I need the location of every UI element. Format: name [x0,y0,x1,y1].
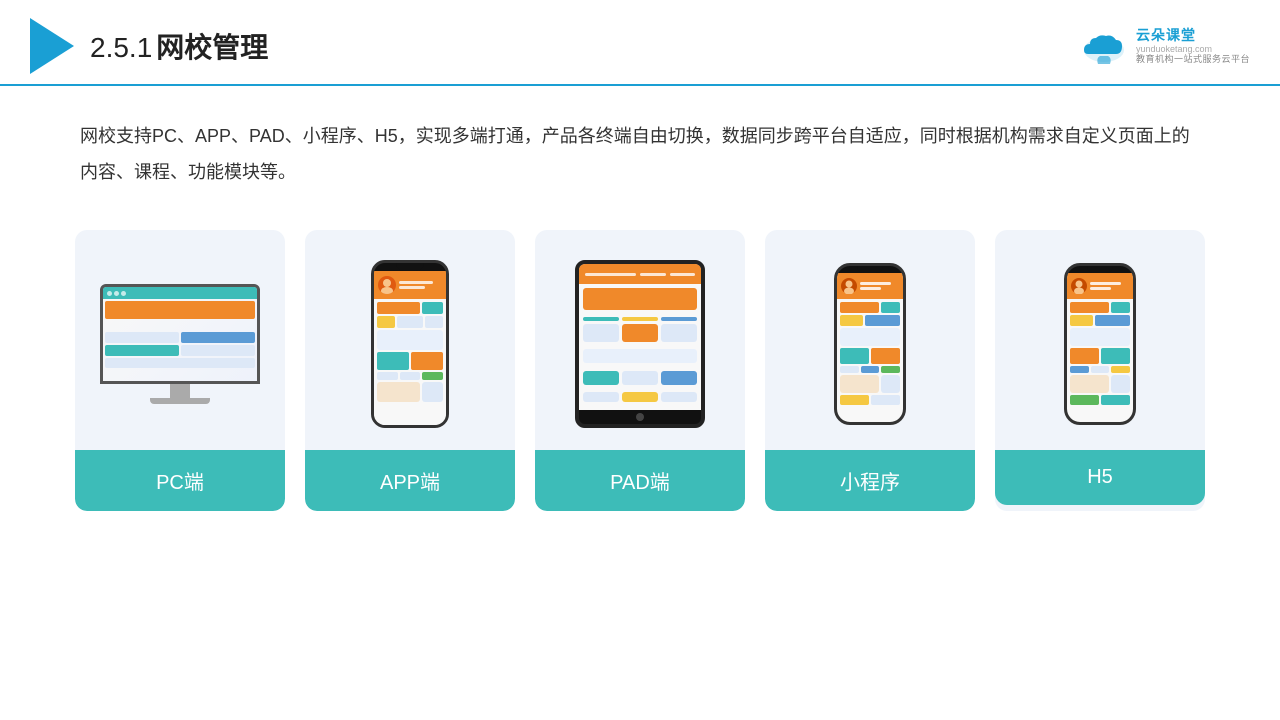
page-title: 2.5.1网校管理 [90,26,268,66]
app-image-area [305,230,515,450]
pad-image-area [535,230,745,450]
logo-text: 云朵课堂 yunduoketang.com 教育机构一站式服务云平台 [1136,27,1250,65]
pad-label: PAD端 [535,450,745,511]
pad-card: PAD端 [535,230,745,511]
app-label: APP端 [305,450,515,511]
cloud-logo-icon [1078,28,1130,64]
h5-image-area [995,230,1205,450]
miniprogram-card: 小程序 [765,230,975,511]
app-card: APP端 [305,230,515,511]
page-header: 2.5.1网校管理 云朵课堂 yunduoketang.com 教育机构一站式服… [0,0,1280,86]
pad-tablet-icon [575,260,705,428]
pc-label: PC端 [75,450,285,511]
header-left: 2.5.1网校管理 [30,18,268,74]
device-cards: PC端 [0,210,1280,541]
play-icon [30,18,74,74]
description-text: 网校支持PC、APP、PAD、小程序、H5，实现多端打通，产品各终端自由切换，数… [0,86,1280,210]
app-phone-icon [371,260,449,428]
h5-phone-icon [1064,263,1136,425]
pc-image-area [75,230,285,450]
h5-label: H5 [995,450,1205,505]
pc-monitor-icon [100,284,260,404]
miniprogram-label: 小程序 [765,450,975,511]
h5-card: H5 [995,230,1205,511]
pc-card: PC端 [75,230,285,511]
miniprogram-phone-icon [834,263,906,425]
logo-area: 云朵课堂 yunduoketang.com 教育机构一站式服务云平台 [1078,27,1250,65]
miniprogram-image-area [765,230,975,450]
